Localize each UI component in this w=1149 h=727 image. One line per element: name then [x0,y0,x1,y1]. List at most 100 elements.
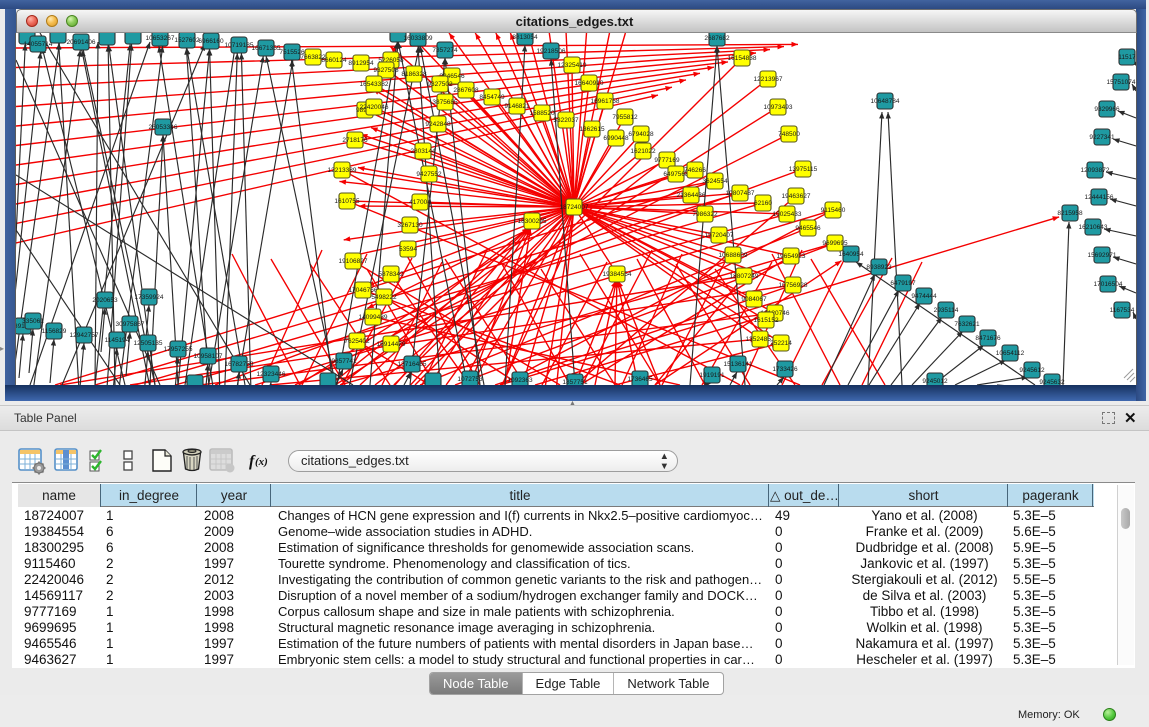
svg-text:335061: 335061 [22,318,44,325]
svg-text:7986322: 7986322 [692,211,718,218]
svg-text:1167534: 1167534 [1110,307,1135,314]
svg-text:8186328: 8186328 [401,71,427,78]
svg-text:26053346: 26053346 [149,124,178,131]
svg-text:16210643: 16210643 [1079,224,1108,231]
svg-text:1640954: 1640954 [838,251,864,258]
svg-text:5878342: 5878342 [378,271,404,278]
svg-text:6794028: 6794028 [628,131,654,138]
svg-text:19106827: 19106827 [339,258,368,265]
svg-text:10688609: 10688609 [719,252,748,259]
svg-text:1156829: 1156829 [42,328,67,335]
svg-text:16033809: 16033809 [404,35,433,42]
svg-text:18807249: 18807249 [730,273,759,280]
svg-text:6479197: 6479197 [890,280,916,287]
svg-text:10719185: 10719185 [225,42,254,49]
svg-text:16671355: 16671355 [252,45,281,52]
svg-text:9777169: 9777169 [654,157,680,164]
svg-text:9242848: 9242848 [425,121,451,128]
svg-text:14055714: 14055714 [24,41,53,48]
svg-text:7625402: 7625402 [344,338,370,345]
svg-text:19384554: 19384554 [603,271,632,278]
svg-text:1588520: 1588520 [529,110,555,117]
svg-text:30975867: 30975867 [116,321,145,328]
svg-text:9329966: 9329966 [1094,106,1120,113]
svg-text:12323446: 12323446 [257,371,286,378]
svg-text:9327502: 9327502 [427,81,453,88]
svg-text:9146821: 9146821 [504,103,530,110]
svg-text:2020653: 2020653 [92,297,118,304]
svg-text:22420046: 22420046 [360,104,389,111]
svg-text:15136141: 15136141 [724,361,753,368]
svg-text:2687682: 2687682 [704,35,730,42]
svg-text:1736465: 1736465 [627,376,653,383]
svg-text:10025433: 10025433 [773,211,802,218]
svg-text:11517: 11517 [1118,54,1136,61]
svg-text:16914479: 16914479 [377,341,406,348]
svg-text:3875685: 3875685 [432,99,458,106]
svg-text:746266: 746266 [684,167,706,174]
svg-text:19218506: 19218506 [537,48,566,55]
svg-text:6966160: 6966160 [198,38,224,45]
svg-text:18300295: 18300295 [518,218,547,225]
svg-text:16154838: 16154838 [728,55,757,62]
svg-text:8454749: 8454749 [479,94,505,101]
svg-text:10648784: 10648784 [871,98,900,105]
svg-text:62160: 62160 [754,200,772,207]
svg-text:17016504: 17016504 [1094,281,1123,288]
svg-text:17359924: 17359924 [135,294,164,301]
svg-text:1919191: 1919191 [699,372,725,379]
svg-text:8912954: 8912954 [348,60,374,67]
svg-text:1145194: 1145194 [105,337,130,344]
svg-text:15751074: 15751074 [1107,79,1136,86]
svg-text:12942757: 12942757 [70,332,99,339]
svg-text:10653267: 10653267 [146,35,175,42]
svg-text:53594: 53594 [399,246,417,253]
svg-text:7357274: 7357274 [432,47,458,54]
svg-text:7955812: 7955812 [612,114,638,121]
svg-text:9857741: 9857741 [331,358,357,365]
svg-text:1072753: 1072753 [457,376,483,383]
svg-text:1362615: 1362615 [579,126,605,133]
svg-text:8813054: 8813054 [512,34,538,41]
svg-text:21364436: 21364436 [677,192,706,199]
svg-text:10807487: 10807487 [726,190,755,197]
svg-text:2935114: 2935114 [934,307,959,314]
svg-text:10654112: 10654112 [996,350,1025,357]
svg-text:9115460: 9115460 [821,207,846,214]
svg-text:9245012: 9245012 [922,378,948,385]
svg-text:18724007: 18724007 [560,204,589,211]
svg-text:12505135: 12505135 [134,340,163,347]
svg-text:17957255: 17957255 [164,346,193,353]
svg-text:9699695: 9699695 [822,240,848,247]
svg-text:9327508: 9327508 [373,67,399,74]
svg-text:2867608: 2867608 [453,87,479,94]
svg-text:12325419: 12325419 [558,62,587,69]
svg-text:2803144: 2803144 [410,148,436,155]
svg-text:1527602: 1527602 [174,37,200,44]
svg-text:9245612: 9245612 [1019,367,1045,374]
svg-text:16640910: 16640910 [575,80,604,87]
svg-text:13716485: 13716485 [398,361,427,368]
svg-text:417004: 417004 [409,199,431,206]
svg-text:9227341: 9227341 [1089,134,1115,141]
svg-text:9084067: 9084067 [741,296,767,303]
svg-text:19654923: 19654923 [777,253,806,260]
svg-text:1615152: 1615152 [753,317,779,324]
svg-text:748500: 748500 [778,131,800,138]
svg-text:5322037: 5322037 [553,117,579,124]
svg-text:16782759: 16782759 [225,361,254,368]
svg-text:1092363: 1092363 [507,377,533,384]
svg-text:8471676: 8471676 [975,335,1001,342]
svg-text:15720407: 15720407 [705,232,734,239]
svg-text:9427552: 9427552 [416,171,442,178]
svg-text:12213967: 12213967 [754,76,783,83]
svg-text:8660124: 8660124 [321,57,347,64]
svg-text:12213389: 12213389 [328,167,357,174]
svg-text:7632621: 7632621 [954,321,980,328]
svg-text:9465546: 9465546 [795,225,821,232]
svg-text:252214: 252214 [770,340,792,347]
svg-text:14099489: 14099489 [359,314,388,321]
svg-text:10973493: 10973493 [764,104,793,111]
svg-text:8215958: 8215958 [1057,210,1083,217]
svg-text:1621022: 1621022 [630,148,656,155]
